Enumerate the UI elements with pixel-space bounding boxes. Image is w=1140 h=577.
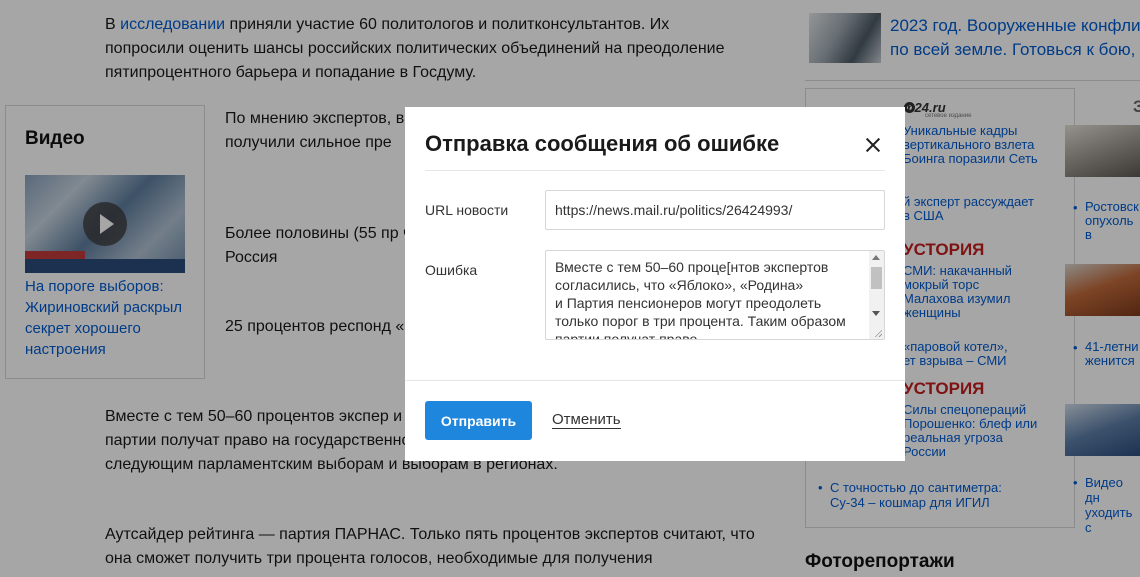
- resize-handle-icon[interactable]: [874, 329, 882, 337]
- url-input[interactable]: [545, 190, 885, 230]
- scroll-down-icon[interactable]: [872, 311, 880, 316]
- error-report-dialog: Отправка сообщения об ошибке URL новости…: [405, 107, 905, 461]
- send-button[interactable]: Отправить: [425, 401, 532, 440]
- divider: [405, 380, 905, 381]
- error-text: Вместе с тем 50–60 проце[нтов экспертов …: [555, 259, 846, 340]
- cancel-link[interactable]: Отменить: [552, 411, 621, 429]
- error-label: Ошибка: [425, 262, 478, 278]
- url-label: URL новости: [425, 202, 509, 218]
- scroll-up-icon[interactable]: [872, 255, 880, 260]
- error-textarea[interactable]: Вместе с тем 50–60 проце[нтов экспертов …: [545, 250, 885, 340]
- dialog-title: Отправка сообщения об ошибке: [425, 131, 780, 156]
- scrollbar-thumb[interactable]: [871, 267, 882, 289]
- divider: [425, 170, 885, 171]
- scrollbar[interactable]: [869, 251, 884, 339]
- close-icon[interactable]: [863, 135, 883, 155]
